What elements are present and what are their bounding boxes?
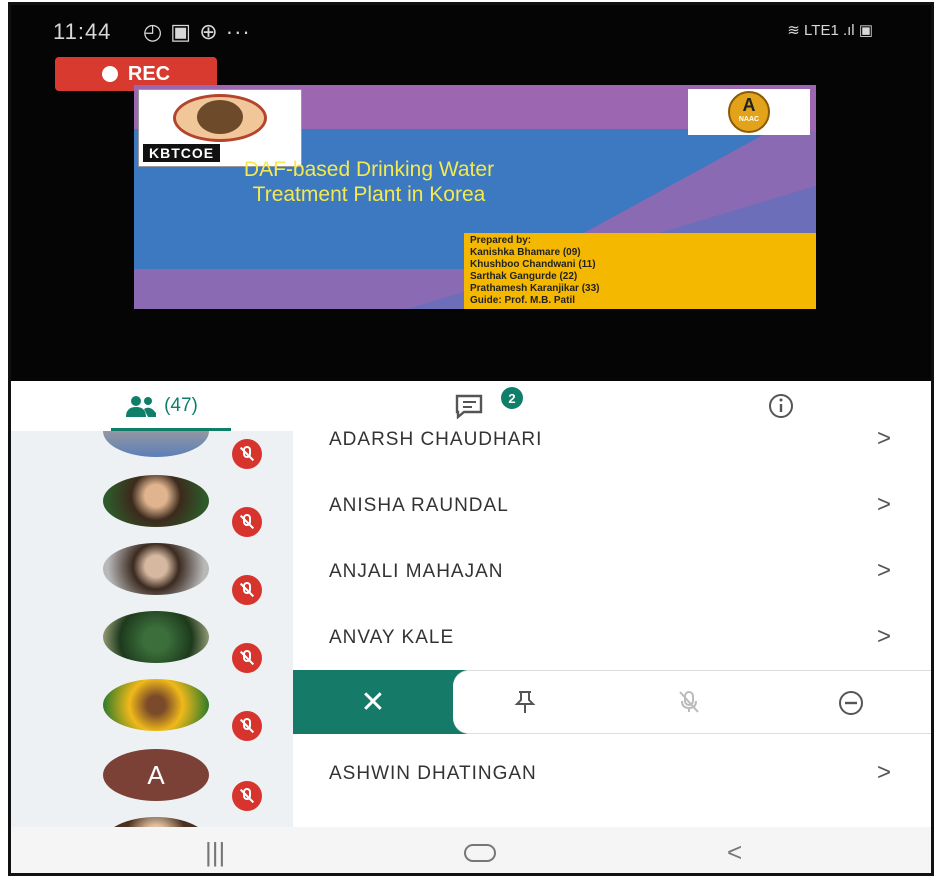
list-item[interactable]: ANJALI MAHAJAN >: [293, 539, 931, 605]
home-icon[interactable]: [463, 843, 497, 863]
notification-icons: ◴ ▣ ⊕ ···: [143, 19, 251, 44]
back-icon[interactable]: <: [727, 837, 742, 868]
tab-info[interactable]: [631, 381, 931, 431]
mic-off-icon: [232, 507, 262, 537]
avatar: [103, 543, 209, 595]
list-item[interactable]: ANISHA RAUNDAL >: [293, 473, 931, 539]
meeting-tabs: (47) 2: [11, 381, 931, 432]
people-count: (47): [164, 395, 198, 416]
mute-mic-icon[interactable]: [677, 689, 701, 715]
slide-authors: Prepared by: Kanishka Bhamare (09) Khush…: [464, 233, 816, 309]
signal-icons: ≋ LTE1 .ıl ▣: [787, 21, 873, 39]
list-item[interactable]: ANVAY KALE >: [293, 605, 931, 671]
record-dot-icon: [101, 66, 118, 82]
avatar: [103, 611, 209, 663]
recents-icon[interactable]: |||: [205, 837, 225, 868]
pin-icon[interactable]: [513, 689, 537, 715]
people-icon: [126, 396, 157, 417]
mic-off-icon: [232, 575, 262, 605]
chevron-right-icon[interactable]: >: [877, 431, 891, 453]
participant-actions: ✕: [293, 670, 931, 734]
lte-label: LTE1: [804, 22, 839, 39]
list-item[interactable]: ASHWIN DHATINGAN >: [293, 741, 931, 807]
video-feed: 11:44 ◴ ▣ ⊕ ··· ≋ LTE1 .ıl ▣ REC KBTCOE …: [11, 5, 931, 381]
actions-panel: [453, 670, 931, 734]
chat-icon: [455, 394, 483, 419]
phone-frame: 11:44 ◴ ▣ ⊕ ··· ≋ LTE1 .ıl ▣ REC KBTCOE …: [8, 2, 934, 876]
close-icon: ✕: [360, 685, 386, 719]
naac-badge: A NAAC: [688, 89, 810, 135]
participant-name: ADARSH CHAUDHARI: [329, 431, 543, 450]
avatar: [103, 679, 209, 731]
chat-unread-badge: 2: [501, 387, 523, 409]
tab-people[interactable]: (47): [11, 381, 311, 431]
mic-off-icon: [232, 439, 262, 469]
participant-name: ANISHA RAUNDAL: [329, 495, 509, 516]
presentation-slide: KBTCOE A NAAC DAF-based Drinking Water T…: [134, 85, 816, 309]
participant-name: ANVAY KALE: [329, 627, 455, 648]
chevron-right-icon[interactable]: >: [877, 759, 891, 787]
tab-chat[interactable]: 2: [311, 381, 631, 431]
list-item[interactable]: ADARSH CHAUDHARI >: [293, 431, 931, 473]
close-actions-button[interactable]: ✕: [293, 670, 453, 734]
slide-title: DAF-based Drinking Water Treatment Plant…: [243, 158, 495, 206]
naac-medal-icon: A NAAC: [728, 91, 770, 133]
mic-off-icon: [232, 711, 262, 741]
status-bar-time: 11:44: [53, 19, 112, 44]
remove-icon[interactable]: [837, 689, 865, 717]
chevron-right-icon[interactable]: >: [877, 491, 891, 519]
mic-off-icon: [232, 781, 262, 811]
avatar-initial: A: [147, 759, 165, 790]
avatar: A: [103, 749, 209, 801]
battery-icon: ▣: [858, 22, 873, 39]
info-icon: [769, 394, 793, 418]
participant-name: ASHWIN DHATINGAN: [329, 763, 537, 784]
rec-label: REC: [127, 62, 171, 85]
college-logo: KBTCOE: [138, 89, 302, 167]
participant-name: ANJALI MAHAJAN: [329, 561, 504, 582]
mic-off-icon: [232, 643, 262, 673]
signal-icon: .ıl: [842, 22, 855, 39]
participant-list[interactable]: ADARSH CHAUDHARI > ANISHA RAUNDAL > ANJA…: [11, 431, 931, 827]
android-nav-bar: ||| <: [11, 827, 931, 873]
chevron-right-icon[interactable]: >: [877, 557, 891, 585]
avatar: [103, 475, 209, 527]
wifi-icon: ≋: [787, 22, 800, 39]
chevron-right-icon[interactable]: >: [877, 623, 891, 651]
